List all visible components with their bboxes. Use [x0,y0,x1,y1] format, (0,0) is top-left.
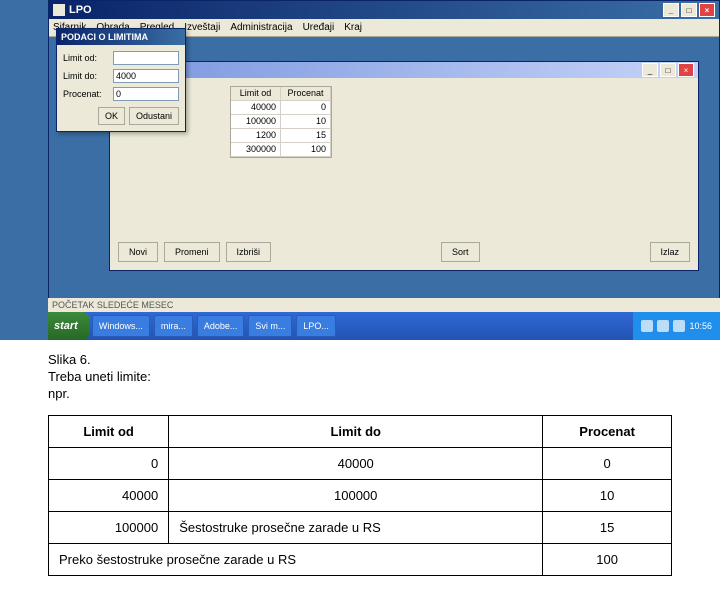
tray-icon[interactable] [657,320,669,332]
th-limit-od: Limit od [49,416,169,448]
figure-caption: Slika 6. [48,352,672,367]
grid-cell: 1200 [231,129,281,143]
grid-header-procenat: Procenat [281,87,331,101]
dialog-title: PODACI O LIMITIMA [61,32,148,42]
grid-cell: 10 [281,115,331,129]
data-grid[interactable]: Limit od Procenat 40000 0 100000 10 1200… [230,86,332,158]
grid-header-limitod: Limit od [231,87,281,101]
sort-button[interactable]: Sort [441,242,480,262]
td: 100 [543,544,672,576]
taskbar-item[interactable]: LPO... [296,315,336,337]
procenat-input[interactable] [113,87,179,101]
table-row: Preko šestostruke prosečne zarade u RS 1… [49,544,672,576]
izlaz-button[interactable]: Izlaz [650,242,691,262]
table-row[interactable]: 300000 100 [231,143,331,157]
promeni-button[interactable]: Promeni [164,242,220,262]
grid-cell: 100000 [231,115,281,129]
procenat-label: Procenat: [63,89,113,99]
system-tray[interactable]: 10:56 [633,312,720,340]
odustani-button[interactable]: Odustani [129,107,179,125]
tray-icon[interactable] [641,320,653,332]
limit-od-input[interactable] [113,51,179,65]
outer-window-title: LPO [69,4,92,16]
taskbar-item[interactable]: mira... [154,315,193,337]
inner-maximize-button[interactable]: □ [660,63,676,77]
taskbar-item[interactable]: Windows... [92,315,150,337]
doc-line: Treba uneti limite: [48,369,672,384]
doc-line: npr. [48,386,672,401]
th-procenat: Procenat [543,416,672,448]
table-row[interactable]: 1200 15 [231,129,331,143]
menu-administracija[interactable]: Administracija [230,22,292,33]
grid-cell: 100 [281,143,331,157]
table-header-row: Limit od Limit do Procenat [49,416,672,448]
limit-do-label: Limit do: [63,71,113,81]
td: 10 [543,480,672,512]
taskbar: start Windows... mira... Adobe... Svi m.… [48,312,720,340]
menu-izvestaji[interactable]: Izveštaji [184,22,220,33]
dialog-body: Limit od: Limit do: Procenat: OK Odustan… [57,45,185,131]
screenshot-region: LPO _ □ × Sifarnik Obrada Pregled Izvešt… [0,0,720,340]
td: 100000 [169,480,543,512]
grid-cell: 300000 [231,143,281,157]
limit-od-label: Limit od: [63,53,113,63]
table-row: 100000 Šestostruke prosečne zarade u RS … [49,512,672,544]
table-row: 0 40000 0 [49,448,672,480]
limits-dialog: PODACI O LIMITIMA Limit od: Limit do: Pr… [56,28,186,132]
izbrisi-button[interactable]: Izbriši [226,242,272,262]
td: 15 [543,512,672,544]
td: 40000 [169,448,543,480]
start-button[interactable]: start [48,312,90,340]
button-row: Novi Promeni Izbriši Sort Izlaz [118,242,690,262]
minimize-button[interactable]: _ [663,3,679,17]
taskbar-item[interactable]: Adobe... [197,315,245,337]
start-label: start [54,320,78,332]
inner-body: Limit od Procenat 40000 0 100000 10 1200… [110,78,698,270]
clock: 10:56 [689,321,712,331]
grid-cell: 40000 [231,101,281,115]
table-row: 40000 100000 10 [49,480,672,512]
grid-cell: 0 [281,101,331,115]
td: Preko šestostruke prosečne zarade u RS [49,544,543,576]
td: 100000 [49,512,169,544]
limit-do-input[interactable] [113,69,179,83]
td: 40000 [49,480,169,512]
novi-button[interactable]: Novi [118,242,158,262]
table-row[interactable]: 100000 10 [231,115,331,129]
grid-header-row: Limit od Procenat [231,87,331,101]
tray-icon[interactable] [673,320,685,332]
outer-titlebar: LPO _ □ × [49,1,719,19]
close-button[interactable]: × [699,3,715,17]
inner-close-button[interactable]: × [678,63,694,77]
th-limit-do: Limit do [169,416,543,448]
dialog-titlebar: PODACI O LIMITIMA [57,29,185,45]
td: Šestostruke prosečne zarade u RS [169,512,543,544]
menu-kraj[interactable]: Kraj [344,22,362,33]
taskbar-item[interactable]: Svi m... [248,315,292,337]
status-bar: POČETAK SLEDEĆE MESEC [48,298,720,312]
td: 0 [49,448,169,480]
document-section: Slika 6. Treba uneti limite: npr. Limit … [0,340,720,596]
inner-titlebar: _ □ × [110,62,698,78]
td: 0 [543,448,672,480]
menu-uredjaji[interactable]: Uređaji [303,22,335,33]
ok-button[interactable]: OK [98,107,125,125]
limits-table: Limit od Limit do Procenat 0 40000 0 400… [48,415,672,576]
status-text: POČETAK SLEDEĆE MESEC [52,300,173,310]
inner-window: _ □ × Limit od Procenat 40000 0 100000 [109,61,699,271]
inner-minimize-button[interactable]: _ [642,63,658,77]
app-icon [53,4,65,16]
grid-cell: 15 [281,129,331,143]
table-row[interactable]: 40000 0 [231,101,331,115]
maximize-button[interactable]: □ [681,3,697,17]
